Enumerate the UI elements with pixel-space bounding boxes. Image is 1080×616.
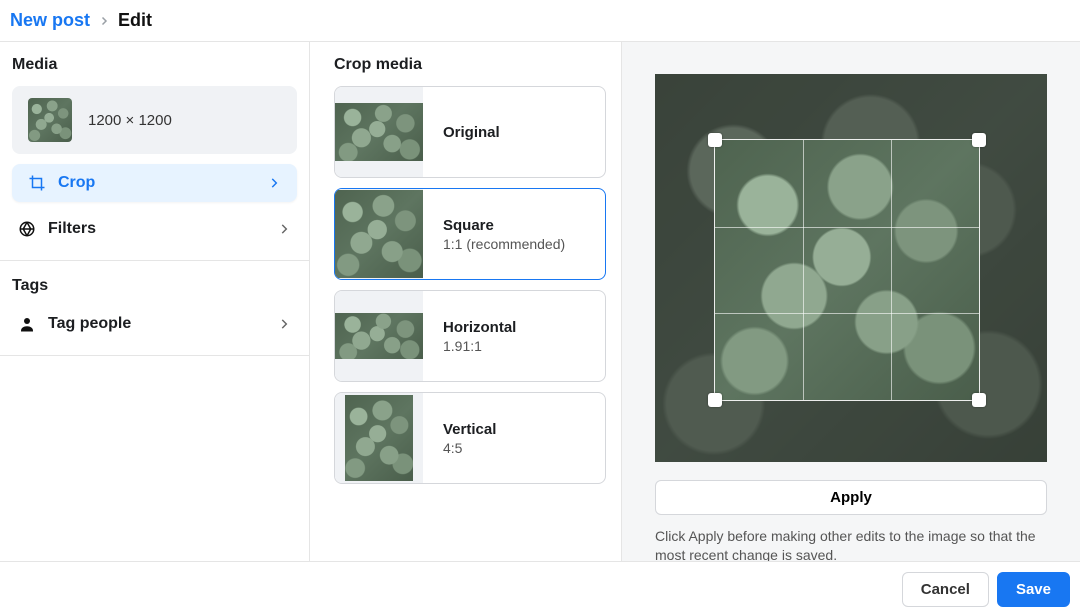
sidebar-item-label: Crop: [58, 174, 95, 192]
media-thumbnail: [28, 98, 72, 142]
person-icon: [18, 315, 36, 333]
crop-option-name: Square: [443, 217, 565, 234]
media-dimensions: 1200 × 1200: [88, 112, 172, 129]
crop-option-sub: 1.91:1: [443, 338, 516, 354]
grid-line: [715, 227, 979, 228]
left-panel: Media 1200 × 1200 Crop Filters: [0, 42, 310, 565]
crop-option-square[interactable]: Square 1:1 (recommended): [334, 188, 606, 280]
preview-panel: Apply Click Apply before making other ed…: [622, 42, 1080, 565]
footer: Cancel Save: [0, 561, 1080, 616]
apply-hint: Click Apply before making other edits to…: [655, 527, 1047, 565]
crop-option-sub: 1:1 (recommended): [443, 236, 565, 252]
divider: [0, 355, 309, 356]
grid-line: [803, 140, 804, 400]
chevron-right-icon: [277, 222, 291, 236]
crop-option-original[interactable]: Original: [334, 86, 606, 178]
save-button[interactable]: Save: [997, 572, 1070, 607]
chevron-right-icon: [277, 317, 291, 331]
media-item[interactable]: 1200 × 1200: [12, 86, 297, 154]
cancel-button[interactable]: Cancel: [902, 572, 989, 607]
crop-option-name: Original: [443, 124, 500, 141]
breadcrumb: New post Edit: [0, 0, 1080, 42]
resize-handle-bottom-right[interactable]: [972, 393, 986, 407]
sidebar-item-filters[interactable]: Filters: [0, 210, 309, 248]
sidebar-item-crop[interactable]: Crop: [12, 164, 297, 202]
crop-option-name: Horizontal: [443, 319, 516, 336]
crop-options-panel: Crop media Original Square 1:1 (recommen…: [310, 42, 622, 565]
breadcrumb-current: Edit: [118, 10, 152, 31]
crop-box[interactable]: [715, 140, 979, 400]
crop-option-horizontal[interactable]: Horizontal 1.91:1: [334, 290, 606, 382]
grid-line: [891, 140, 892, 400]
resize-handle-top-right[interactable]: [972, 133, 986, 147]
crop-thumbnail: [335, 103, 423, 161]
crop-media-title: Crop media: [310, 42, 621, 80]
sidebar-item-tag-people[interactable]: Tag people: [0, 305, 309, 343]
crop-option-vertical[interactable]: Vertical 4:5: [334, 392, 606, 484]
divider: [0, 260, 309, 261]
crop-thumbnail: [335, 313, 423, 359]
crop-thumbnail: [345, 395, 413, 481]
resize-handle-top-left[interactable]: [708, 133, 722, 147]
chevron-right-icon: [98, 15, 110, 27]
crop-option-name: Vertical: [443, 421, 496, 438]
tags-title: Tags: [0, 263, 309, 301]
crop-option-sub: 4:5: [443, 440, 496, 456]
crop-icon: [28, 174, 46, 192]
sidebar-item-label: Tag people: [48, 315, 131, 333]
sidebar-item-label: Filters: [48, 220, 96, 238]
grid-line: [715, 313, 979, 314]
resize-handle-bottom-left[interactable]: [708, 393, 722, 407]
breadcrumb-parent[interactable]: New post: [10, 10, 90, 31]
crop-box-image: [715, 140, 979, 400]
crop-preview[interactable]: [655, 74, 1047, 462]
chevron-right-icon: [267, 176, 281, 190]
apply-button[interactable]: Apply: [655, 480, 1047, 515]
aperture-icon: [18, 220, 36, 238]
crop-thumbnail: [335, 190, 423, 278]
media-title: Media: [0, 42, 309, 80]
